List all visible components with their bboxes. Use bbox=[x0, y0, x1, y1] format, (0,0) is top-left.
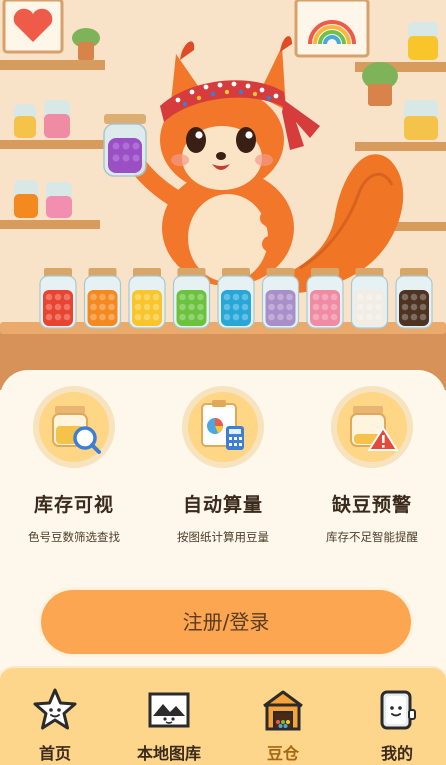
nav-label: 我的 bbox=[380, 744, 413, 763]
bead-jar bbox=[39, 268, 77, 329]
feature-desc: 按图纸计算用豆量 bbox=[177, 530, 269, 544]
feature-title: 自动算量 bbox=[182, 494, 263, 516]
bead-jar bbox=[350, 268, 389, 329]
nav-item-local-gallery[interactable]: 本地图库 bbox=[114, 686, 224, 764]
register-login-button[interactable]: 注册/登录 bbox=[41, 590, 411, 654]
feature-title: 库存可视 bbox=[33, 494, 114, 516]
nav-item-home[interactable]: 首页 bbox=[0, 686, 110, 764]
chart-calculator-icon bbox=[182, 386, 264, 468]
profile-card-icon bbox=[373, 686, 421, 734]
nav-label: 豆仓 bbox=[266, 744, 299, 763]
feature-title: 缺豆预警 bbox=[331, 494, 412, 516]
jar-warning-icon bbox=[331, 386, 413, 468]
feature-desc: 库存不足智能提醒 bbox=[326, 530, 418, 544]
feature-desc: 色号豆数筛选查找 bbox=[28, 530, 120, 544]
bead-jar bbox=[217, 268, 255, 329]
gallery-icon bbox=[145, 686, 193, 734]
hero-illustration bbox=[0, 0, 446, 390]
bead-jar bbox=[395, 268, 433, 329]
bead-jar bbox=[172, 268, 211, 329]
bead-jar bbox=[128, 268, 166, 329]
star-face-icon bbox=[31, 686, 79, 734]
nav-label: 首页 bbox=[38, 744, 71, 763]
bead-jar bbox=[261, 268, 300, 329]
nav-label: 本地图库 bbox=[136, 744, 201, 763]
feature-auto-calculate[interactable]: 自动算量 按图纸计算用豆量 bbox=[149, 386, 297, 545]
bead-jar bbox=[306, 268, 344, 329]
feature-shortage-alert[interactable]: 缺豆预警 库存不足智能提醒 bbox=[298, 386, 446, 545]
warehouse-icon bbox=[259, 686, 307, 734]
nav-item-bean-warehouse[interactable]: 豆仓 bbox=[228, 686, 338, 764]
feature-card: 库存可视 色号豆数筛选查找 自动算量 按图纸计算用豆量 缺豆预警 库存不足智能提… bbox=[0, 370, 446, 670]
feature-inventory-visible[interactable]: 库存可视 色号豆数筛选查找 bbox=[0, 386, 148, 545]
nav-item-mine[interactable]: 我的 bbox=[342, 686, 446, 764]
jar-magnifier-icon bbox=[33, 386, 115, 468]
bead-jar bbox=[83, 268, 122, 329]
bottom-nav: 首页 本地图库 豆仓 我的 bbox=[0, 666, 446, 765]
